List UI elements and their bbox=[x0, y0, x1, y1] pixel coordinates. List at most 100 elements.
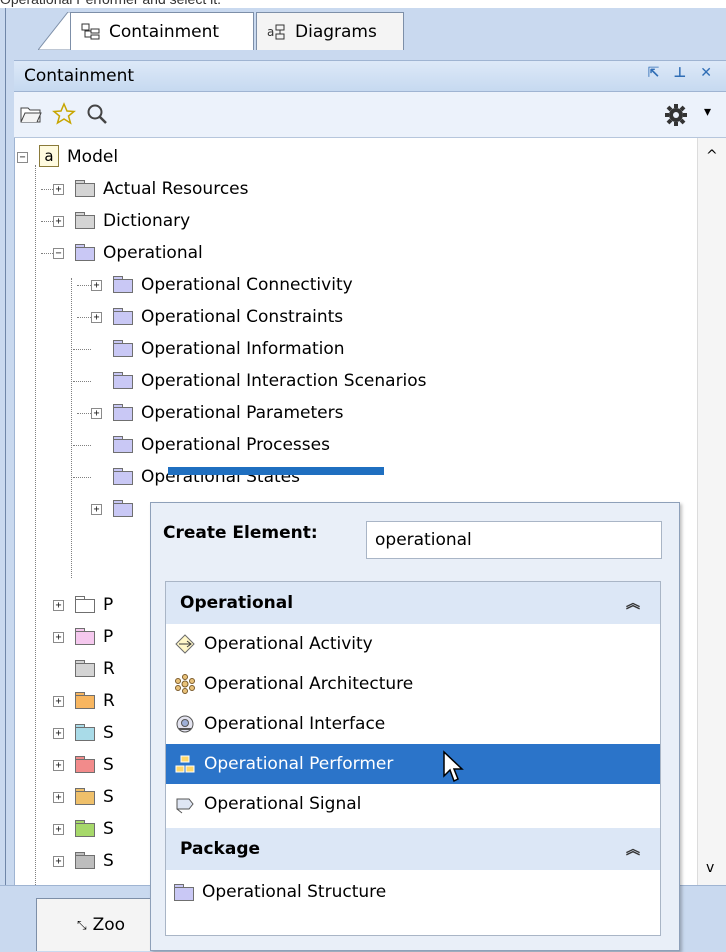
tree-item-label: S bbox=[103, 787, 114, 807]
scroll-up-icon[interactable]: ^ bbox=[706, 148, 718, 164]
tree-item-operational-parameters[interactable]: + Operational Parameters bbox=[15, 400, 515, 426]
expand-icon[interactable]: + bbox=[53, 824, 64, 835]
tree-item-operational[interactable]: − Operational bbox=[15, 240, 415, 266]
tree-item-dictionary[interactable]: + Dictionary bbox=[15, 208, 415, 234]
zoom-icon: ⤡ bbox=[77, 917, 87, 932]
tab-label: Zoo bbox=[92, 915, 126, 935]
folder-icon bbox=[75, 596, 95, 613]
folder-icon bbox=[113, 436, 133, 453]
expand-icon[interactable]: + bbox=[91, 280, 102, 291]
folder-icon bbox=[75, 628, 95, 645]
folder-icon bbox=[113, 276, 133, 293]
folder-icon bbox=[75, 852, 95, 869]
tree-item-label: R bbox=[103, 659, 115, 679]
expand-icon[interactable]: + bbox=[53, 856, 64, 867]
expand-icon[interactable]: + bbox=[53, 696, 64, 707]
tree-item-label: Dictionary bbox=[103, 211, 191, 231]
expand-icon[interactable]: + bbox=[53, 600, 64, 611]
activity-icon bbox=[175, 634, 195, 654]
signal-icon bbox=[176, 798, 194, 814]
tab-label: Containment bbox=[109, 21, 220, 42]
collapse-icon[interactable]: − bbox=[53, 248, 64, 259]
folder-icon bbox=[113, 340, 133, 357]
folder-icon bbox=[113, 308, 133, 325]
folder-icon bbox=[75, 756, 95, 773]
expand-icon[interactable]: + bbox=[91, 312, 102, 323]
list-item-operational-architecture[interactable]: Operational Architecture bbox=[166, 664, 660, 704]
tree-item-label: Actual Resources bbox=[103, 179, 249, 199]
group-header-operational[interactable]: Operational ︽ bbox=[166, 582, 660, 624]
pin-icon[interactable]: ⊥ bbox=[673, 65, 686, 81]
model-icon: a bbox=[39, 145, 59, 167]
collapse-icon[interactable]: − bbox=[17, 152, 28, 163]
gear-icon[interactable] bbox=[664, 103, 688, 127]
collapse-group-icon[interactable]: ︽ bbox=[626, 839, 640, 859]
architecture-icon bbox=[175, 674, 195, 694]
group-header-package[interactable]: Package ︽ bbox=[166, 828, 660, 870]
list-item-operational-interface[interactable]: Operational Interface bbox=[166, 704, 660, 744]
panel-title: Containment bbox=[24, 66, 135, 86]
collapse-group-icon[interactable]: ︽ bbox=[626, 593, 640, 613]
folder-icon bbox=[113, 404, 133, 421]
tree-item-label: R bbox=[103, 691, 115, 711]
tree-item-label: Operational Connectivity bbox=[141, 275, 353, 295]
diagrams-icon: a bbox=[267, 23, 287, 41]
tree-item-label: Operational Constraints bbox=[141, 307, 344, 327]
expand-icon[interactable]: + bbox=[53, 760, 64, 771]
tree-item-label: Operational bbox=[103, 243, 203, 263]
group-label: Operational bbox=[180, 593, 294, 613]
tree-item-label: S bbox=[103, 723, 114, 743]
tree-item-actual-resources[interactable]: + Actual Resources bbox=[15, 176, 415, 202]
close-icon[interactable]: ✕ bbox=[700, 65, 712, 81]
expand-icon[interactable]: + bbox=[91, 504, 102, 515]
tree-item-operational-processes[interactable]: Operational Processes bbox=[15, 432, 515, 458]
tree-item-label: Operational Parameters bbox=[141, 403, 344, 423]
create-element-popup: Create Element: Operational ︽ Operationa… bbox=[150, 502, 680, 951]
package-icon bbox=[174, 883, 194, 901]
list-item-operational-signal[interactable]: Operational Signal bbox=[166, 784, 660, 824]
item-label: Operational Activity bbox=[204, 634, 373, 654]
folder-icon bbox=[75, 692, 95, 709]
item-label: Operational Structure bbox=[202, 882, 387, 902]
create-element-search-input[interactable] bbox=[366, 521, 662, 559]
tree-item-operational-connectivity[interactable]: + Operational Connectivity bbox=[15, 272, 515, 298]
folder-icon bbox=[75, 660, 95, 677]
tree-item-label: Operational Information bbox=[141, 339, 345, 359]
expand-icon[interactable]: + bbox=[53, 728, 64, 739]
element-list: Operational ︽ Operational Activity Opera… bbox=[165, 581, 661, 936]
folder-icon bbox=[113, 500, 133, 517]
list-item-operational-structure[interactable]: Operational Structure bbox=[166, 872, 660, 912]
create-element-label: Create Element: bbox=[163, 523, 318, 543]
toolbar: ▾ bbox=[14, 92, 726, 138]
scroll-down-icon[interactable]: v bbox=[706, 860, 714, 876]
vertical-scrollbar[interactable]: ^ v bbox=[697, 138, 726, 885]
panel-header: Containment ⇱ ⊥ ✕ bbox=[14, 60, 726, 92]
interface-icon bbox=[176, 715, 194, 733]
tab-containment[interactable]: Containment bbox=[70, 12, 254, 50]
tree-item-operational-interaction-scenarios[interactable]: Operational Interaction Scenarios bbox=[15, 368, 575, 394]
item-label: Operational Signal bbox=[204, 794, 362, 814]
expand-icon[interactable]: + bbox=[53, 216, 64, 227]
star-icon[interactable] bbox=[52, 102, 76, 126]
tree-item-label: Operational Interaction Scenarios bbox=[141, 371, 427, 391]
undock-icon[interactable]: ⇱ bbox=[648, 65, 660, 81]
mouse-cursor-icon bbox=[443, 750, 464, 783]
tree-item-operational-constraints[interactable]: + Operational Constraints bbox=[15, 304, 515, 330]
svg-text:a: a bbox=[267, 25, 274, 39]
expand-icon[interactable]: + bbox=[53, 184, 64, 195]
expand-icon[interactable]: + bbox=[53, 792, 64, 803]
item-label: Operational Interface bbox=[204, 714, 386, 734]
expand-icon[interactable]: + bbox=[53, 632, 64, 643]
search-icon[interactable] bbox=[86, 103, 108, 125]
folder-icon bbox=[75, 724, 95, 741]
list-item-operational-activity[interactable]: Operational Activity bbox=[166, 624, 660, 664]
tab-diagrams[interactable]: a Diagrams bbox=[256, 12, 404, 50]
tree-item-operational-information[interactable]: Operational Information bbox=[15, 336, 515, 362]
folder-icon bbox=[75, 244, 95, 261]
chevron-down-icon[interactable]: ▾ bbox=[704, 104, 711, 120]
list-item-operational-performer[interactable]: Operational Performer bbox=[166, 744, 660, 784]
folder-icon bbox=[75, 820, 95, 837]
open-folder-icon[interactable] bbox=[20, 104, 42, 124]
tree-item-label: Operational Processes bbox=[141, 435, 330, 455]
expand-icon[interactable]: + bbox=[91, 408, 102, 419]
